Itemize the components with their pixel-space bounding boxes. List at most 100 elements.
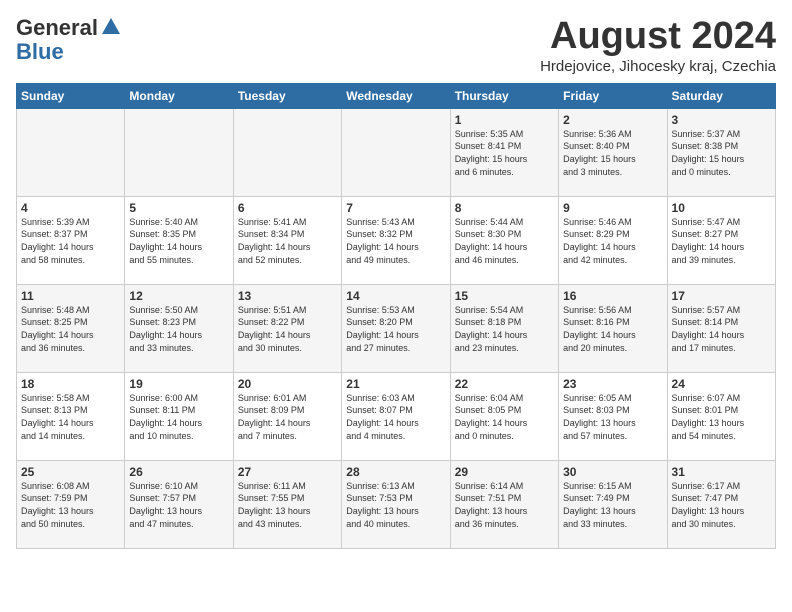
month-title: August 2024 [540,16,776,58]
cell-info: Sunrise: 5:50 AM Sunset: 8:23 PM Dayligh… [129,304,228,354]
day-number: 24 [672,377,771,391]
cell-info: Sunrise: 5:47 AM Sunset: 8:27 PM Dayligh… [672,216,771,266]
calendar-cell: 9Sunrise: 5:46 AM Sunset: 8:29 PM Daylig… [559,196,667,284]
cell-info: Sunrise: 6:15 AM Sunset: 7:49 PM Dayligh… [563,480,662,530]
calendar-cell: 20Sunrise: 6:01 AM Sunset: 8:09 PM Dayli… [233,372,341,460]
day-number: 30 [563,465,662,479]
calendar-cell: 21Sunrise: 6:03 AM Sunset: 8:07 PM Dayli… [342,372,450,460]
calendar-cell: 22Sunrise: 6:04 AM Sunset: 8:05 PM Dayli… [450,372,558,460]
cell-info: Sunrise: 5:54 AM Sunset: 8:18 PM Dayligh… [455,304,554,354]
weekday-header-wednesday: Wednesday [342,83,450,108]
cell-info: Sunrise: 5:58 AM Sunset: 8:13 PM Dayligh… [21,392,120,442]
calendar-cell: 6Sunrise: 5:41 AM Sunset: 8:34 PM Daylig… [233,196,341,284]
calendar-cell [342,108,450,196]
day-number: 26 [129,465,228,479]
calendar-week-4: 18Sunrise: 5:58 AM Sunset: 8:13 PM Dayli… [17,372,776,460]
logo-icon [100,16,122,38]
calendar-cell: 17Sunrise: 5:57 AM Sunset: 8:14 PM Dayli… [667,284,775,372]
calendar-cell: 31Sunrise: 6:17 AM Sunset: 7:47 PM Dayli… [667,460,775,548]
weekday-header-row: SundayMondayTuesdayWednesdayThursdayFrid… [17,83,776,108]
cell-info: Sunrise: 5:57 AM Sunset: 8:14 PM Dayligh… [672,304,771,354]
calendar-cell [233,108,341,196]
calendar-cell: 12Sunrise: 5:50 AM Sunset: 8:23 PM Dayli… [125,284,233,372]
weekday-header-tuesday: Tuesday [233,83,341,108]
calendar-cell: 5Sunrise: 5:40 AM Sunset: 8:35 PM Daylig… [125,196,233,284]
calendar-week-3: 11Sunrise: 5:48 AM Sunset: 8:25 PM Dayli… [17,284,776,372]
weekday-header-saturday: Saturday [667,83,775,108]
day-number: 23 [563,377,662,391]
cell-info: Sunrise: 5:40 AM Sunset: 8:35 PM Dayligh… [129,216,228,266]
cell-info: Sunrise: 6:01 AM Sunset: 8:09 PM Dayligh… [238,392,337,442]
cell-info: Sunrise: 6:17 AM Sunset: 7:47 PM Dayligh… [672,480,771,530]
day-number: 9 [563,201,662,215]
calendar-cell: 26Sunrise: 6:10 AM Sunset: 7:57 PM Dayli… [125,460,233,548]
calendar-cell: 14Sunrise: 5:53 AM Sunset: 8:20 PM Dayli… [342,284,450,372]
title-area: August 2024 Hrdejovice, Jihocesky kraj, … [540,16,776,75]
cell-info: Sunrise: 6:14 AM Sunset: 7:51 PM Dayligh… [455,480,554,530]
day-number: 2 [563,113,662,127]
day-number: 5 [129,201,228,215]
cell-info: Sunrise: 6:11 AM Sunset: 7:55 PM Dayligh… [238,480,337,530]
calendar-table: SundayMondayTuesdayWednesdayThursdayFrid… [16,83,776,549]
weekday-header-monday: Monday [125,83,233,108]
day-number: 19 [129,377,228,391]
cell-info: Sunrise: 6:07 AM Sunset: 8:01 PM Dayligh… [672,392,771,442]
weekday-header-friday: Friday [559,83,667,108]
day-number: 28 [346,465,445,479]
weekday-header-sunday: Sunday [17,83,125,108]
calendar-cell: 28Sunrise: 6:13 AM Sunset: 7:53 PM Dayli… [342,460,450,548]
day-number: 6 [238,201,337,215]
day-number: 8 [455,201,554,215]
calendar-cell: 27Sunrise: 6:11 AM Sunset: 7:55 PM Dayli… [233,460,341,548]
calendar-cell: 30Sunrise: 6:15 AM Sunset: 7:49 PM Dayli… [559,460,667,548]
cell-info: Sunrise: 6:10 AM Sunset: 7:57 PM Dayligh… [129,480,228,530]
calendar-cell [125,108,233,196]
calendar-cell: 15Sunrise: 5:54 AM Sunset: 8:18 PM Dayli… [450,284,558,372]
calendar-cell: 7Sunrise: 5:43 AM Sunset: 8:32 PM Daylig… [342,196,450,284]
calendar-cell: 16Sunrise: 5:56 AM Sunset: 8:16 PM Dayli… [559,284,667,372]
calendar-cell: 24Sunrise: 6:07 AM Sunset: 8:01 PM Dayli… [667,372,775,460]
cell-info: Sunrise: 5:43 AM Sunset: 8:32 PM Dayligh… [346,216,445,266]
cell-info: Sunrise: 5:35 AM Sunset: 8:41 PM Dayligh… [455,128,554,178]
cell-info: Sunrise: 5:51 AM Sunset: 8:22 PM Dayligh… [238,304,337,354]
cell-info: Sunrise: 6:08 AM Sunset: 7:59 PM Dayligh… [21,480,120,530]
calendar-cell: 2Sunrise: 5:36 AM Sunset: 8:40 PM Daylig… [559,108,667,196]
cell-info: Sunrise: 5:48 AM Sunset: 8:25 PM Dayligh… [21,304,120,354]
header: General Blue August 2024 Hrdejovice, Jih… [16,16,776,75]
cell-info: Sunrise: 6:13 AM Sunset: 7:53 PM Dayligh… [346,480,445,530]
cell-info: Sunrise: 5:53 AM Sunset: 8:20 PM Dayligh… [346,304,445,354]
day-number: 1 [455,113,554,127]
calendar-cell: 23Sunrise: 6:05 AM Sunset: 8:03 PM Dayli… [559,372,667,460]
cell-info: Sunrise: 5:41 AM Sunset: 8:34 PM Dayligh… [238,216,337,266]
location-title: Hrdejovice, Jihocesky kraj, Czechia [540,58,776,75]
cell-info: Sunrise: 5:44 AM Sunset: 8:30 PM Dayligh… [455,216,554,266]
day-number: 13 [238,289,337,303]
day-number: 27 [238,465,337,479]
day-number: 21 [346,377,445,391]
cell-info: Sunrise: 5:56 AM Sunset: 8:16 PM Dayligh… [563,304,662,354]
day-number: 18 [21,377,120,391]
cell-info: Sunrise: 6:05 AM Sunset: 8:03 PM Dayligh… [563,392,662,442]
calendar-cell: 8Sunrise: 5:44 AM Sunset: 8:30 PM Daylig… [450,196,558,284]
calendar-cell [17,108,125,196]
day-number: 29 [455,465,554,479]
calendar-week-5: 25Sunrise: 6:08 AM Sunset: 7:59 PM Dayli… [17,460,776,548]
calendar-week-2: 4Sunrise: 5:39 AM Sunset: 8:37 PM Daylig… [17,196,776,284]
calendar-cell: 13Sunrise: 5:51 AM Sunset: 8:22 PM Dayli… [233,284,341,372]
day-number: 22 [455,377,554,391]
day-number: 25 [21,465,120,479]
logo-general-text: General [16,16,98,40]
calendar-cell: 11Sunrise: 5:48 AM Sunset: 8:25 PM Dayli… [17,284,125,372]
day-number: 3 [672,113,771,127]
day-number: 16 [563,289,662,303]
calendar-cell: 18Sunrise: 5:58 AM Sunset: 8:13 PM Dayli… [17,372,125,460]
day-number: 14 [346,289,445,303]
cell-info: Sunrise: 6:04 AM Sunset: 8:05 PM Dayligh… [455,392,554,442]
cell-info: Sunrise: 6:00 AM Sunset: 8:11 PM Dayligh… [129,392,228,442]
day-number: 31 [672,465,771,479]
cell-info: Sunrise: 5:39 AM Sunset: 8:37 PM Dayligh… [21,216,120,266]
cell-info: Sunrise: 5:37 AM Sunset: 8:38 PM Dayligh… [672,128,771,178]
calendar-cell: 25Sunrise: 6:08 AM Sunset: 7:59 PM Dayli… [17,460,125,548]
weekday-header-thursday: Thursday [450,83,558,108]
calendar-week-1: 1Sunrise: 5:35 AM Sunset: 8:41 PM Daylig… [17,108,776,196]
